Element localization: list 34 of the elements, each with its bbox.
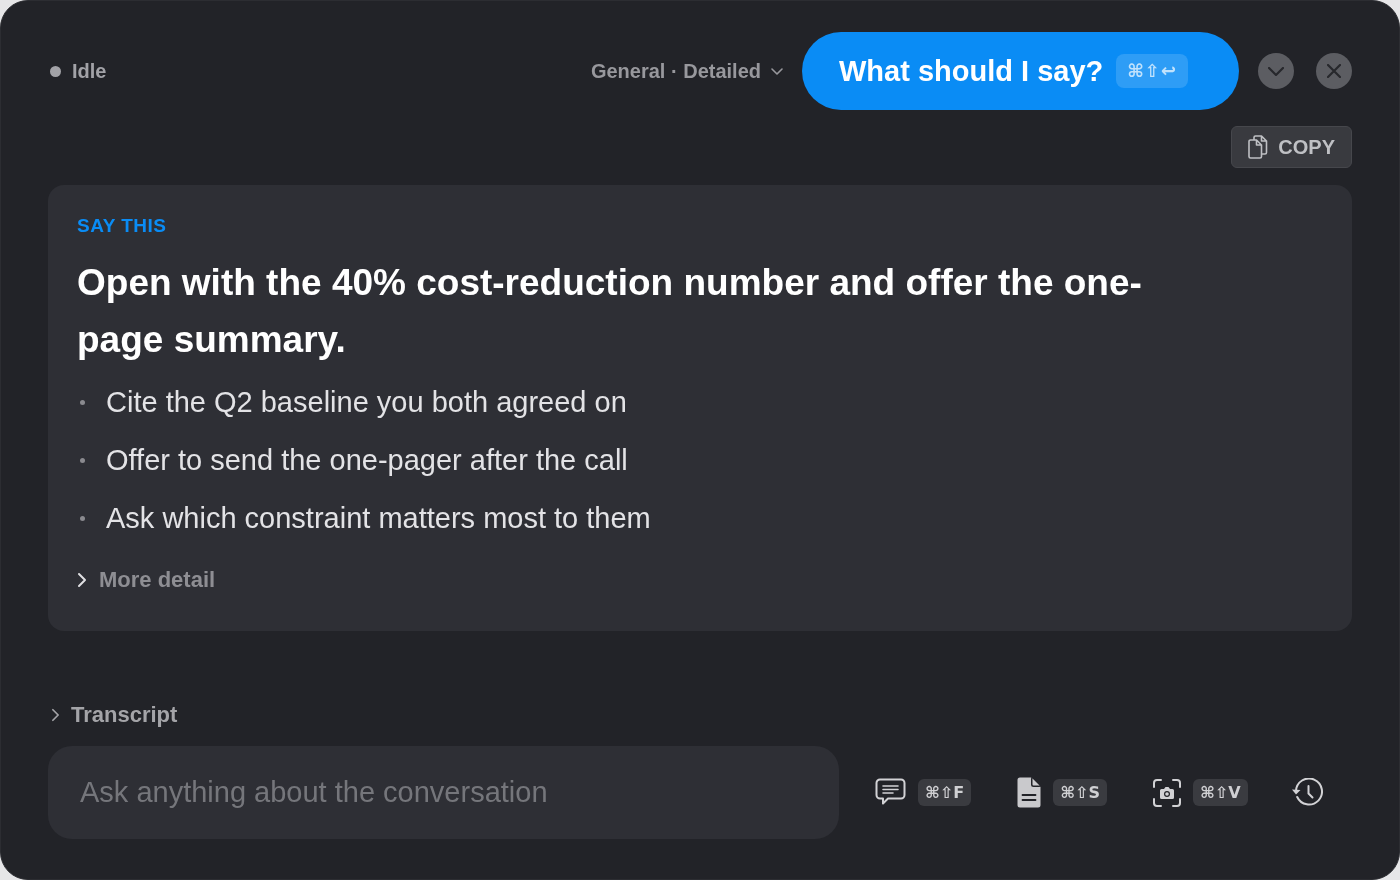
collapse-button[interactable] <box>1258 53 1294 89</box>
bullet-text: Ask which constraint matters most to them <box>106 501 651 536</box>
chevron-down-icon <box>1268 66 1284 76</box>
card-heading: SAY THIS <box>77 214 168 238</box>
mode-selector[interactable]: General · Detailed <box>590 59 783 83</box>
history-icon <box>1290 777 1323 808</box>
suggestion-text: Open with the 40% cost-reduction number and offer the one-page summary. <box>77 261 1143 362</box>
copy-button[interactable]: COPY <box>1231 126 1352 168</box>
status-dot-icon <box>50 65 61 77</box>
shortcut-key: ⌘⇧V <box>1192 779 1248 806</box>
chat-bubble-icon <box>875 778 906 807</box>
close-button[interactable] <box>1316 53 1352 89</box>
camera-frame-icon <box>1152 778 1181 807</box>
bullet-dot-icon <box>80 399 85 405</box>
shortcut-key: ⌘⇧F <box>918 779 972 806</box>
ask-input-field[interactable]: Ask anything about the conversation <box>48 746 839 839</box>
chevron-down-icon <box>771 67 783 75</box>
shortcut-key: ⌘⇧↩ <box>1116 54 1189 88</box>
bullet-text: Offer to send the one-pager after the call <box>106 443 628 478</box>
shortcut-key: ⌘⇧S <box>1053 779 1107 806</box>
bullet-dot-icon <box>80 457 85 463</box>
screenshot-button[interactable] <box>1152 778 1181 807</box>
document-button[interactable] <box>1017 777 1042 808</box>
document-icon <box>1017 777 1042 808</box>
bullet-text: Cite the Q2 baseline you both agreed on <box>106 385 627 420</box>
bullet-dot-icon <box>80 515 85 521</box>
close-icon <box>1327 64 1341 78</box>
chat-button[interactable] <box>875 778 906 807</box>
history-button[interactable] <box>1290 777 1323 808</box>
ask-button[interactable]: What should I say? ⌘⇧↩ <box>802 32 1239 110</box>
copy-icon <box>1248 135 1269 159</box>
transcript-toggle[interactable]: Transcript <box>48 703 178 727</box>
status-label: Idle <box>72 59 107 83</box>
more-detail-toggle[interactable]: More detail <box>77 566 216 594</box>
